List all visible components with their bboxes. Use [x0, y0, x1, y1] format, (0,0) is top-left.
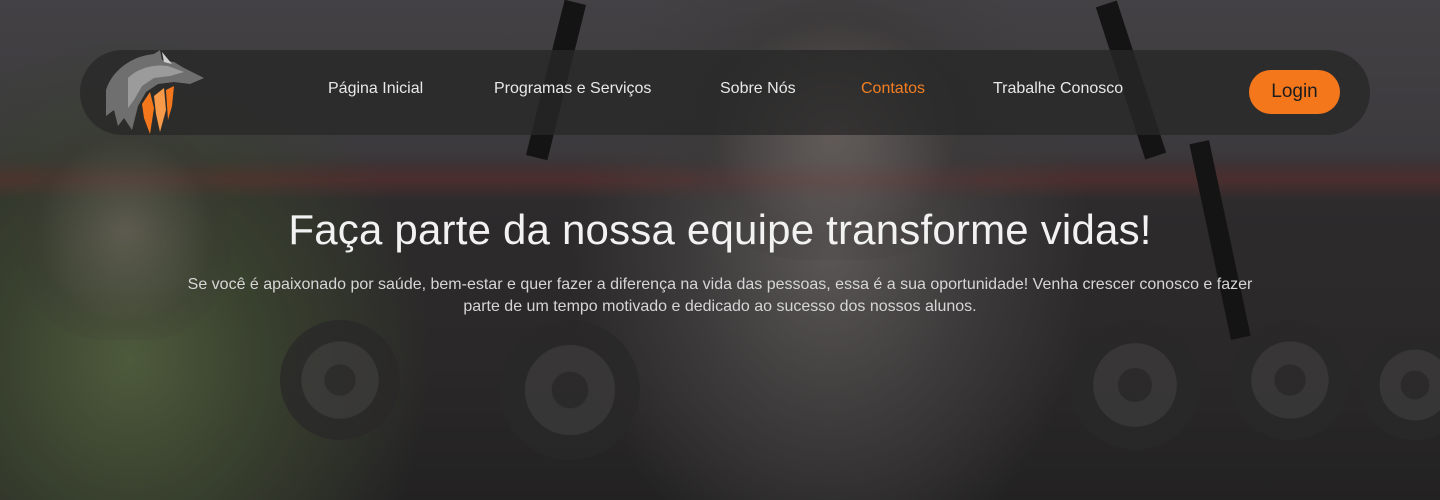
background-plate — [1070, 320, 1200, 450]
hero-title: Faça parte da nossa equipe transforme vi… — [288, 206, 1152, 253]
background-plate — [500, 320, 640, 460]
nav-link-home[interactable]: Página Inicial — [328, 80, 423, 98]
wolf-logo-icon[interactable] — [98, 48, 208, 136]
background-plate — [1230, 320, 1350, 440]
nav-link-programs[interactable]: Programas e Serviços — [494, 80, 651, 98]
nav-link-contacts[interactable]: Contatos — [861, 80, 925, 98]
nav-link-about[interactable]: Sobre Nós — [720, 80, 796, 98]
hero-section: Página Inicial Programas e Serviços Sobr… — [0, 0, 1440, 500]
background-plate — [280, 320, 400, 440]
nav-link-careers[interactable]: Trabalhe Conosco — [993, 80, 1123, 98]
background-plate — [1360, 330, 1440, 440]
hero-subtitle: Se você é apaixonado por saúde, bem-esta… — [187, 276, 1253, 315]
login-button[interactable]: Login — [1249, 70, 1340, 114]
